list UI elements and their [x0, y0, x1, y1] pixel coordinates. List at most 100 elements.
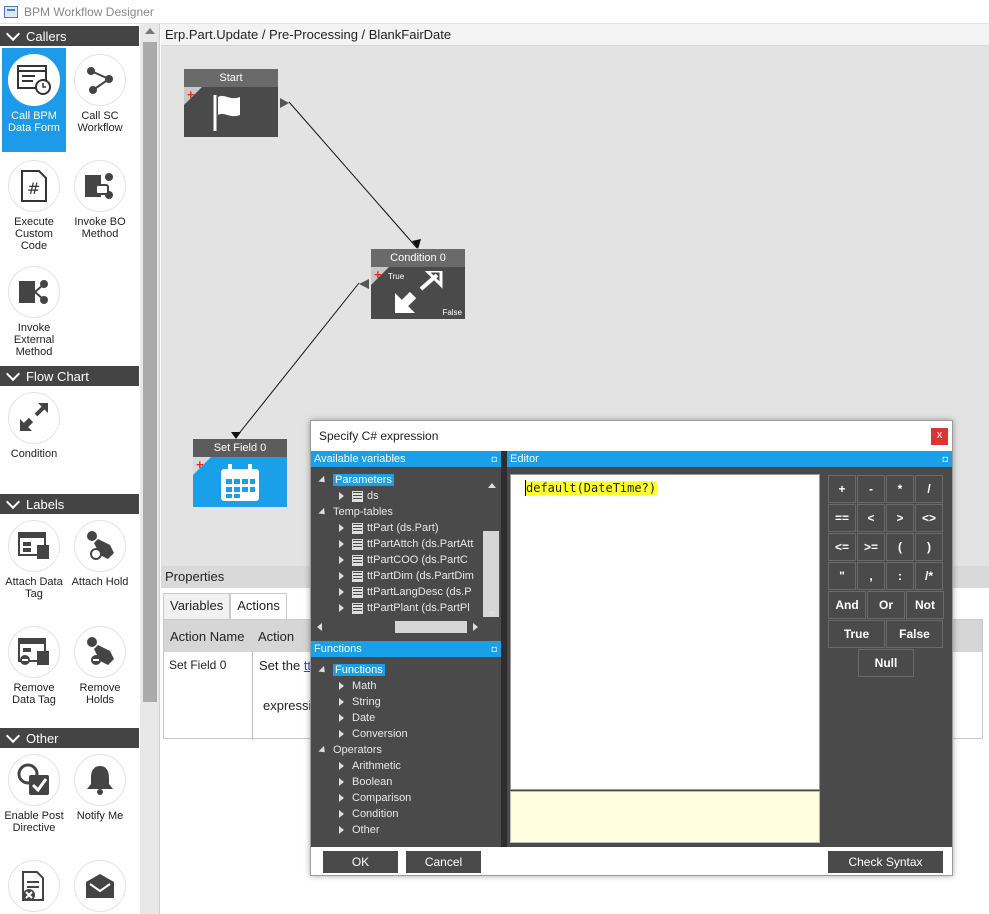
operator-button[interactable]: ": [828, 562, 856, 590]
section-other[interactable]: Other: [0, 728, 139, 748]
tab-variables[interactable]: Variables: [163, 593, 231, 619]
tree-node-ttpartlangdesc[interactable]: ttPartLangDesc (ds.P: [339, 584, 472, 600]
node-condition[interactable]: Condition 0 + True False: [371, 249, 465, 319]
tree-node-ttpartcoo[interactable]: ttPartCOO (ds.PartC: [339, 552, 468, 568]
tree-node-functions[interactable]: Functions: [318, 662, 385, 678]
tree-node-boolean[interactable]: Boolean: [339, 774, 392, 790]
tool-invoke-external-method[interactable]: Invoke External Method: [2, 260, 66, 364]
tree-node-conversion[interactable]: Conversion: [339, 726, 408, 742]
tool-label: Invoke External Method: [13, 322, 55, 358]
ok-button[interactable]: OK: [323, 851, 398, 873]
operator-button[interactable]: :: [886, 562, 914, 590]
operator-button-not[interactable]: Not: [906, 591, 944, 619]
tree-node-comparison[interactable]: Comparison: [339, 790, 411, 806]
operator-button-true[interactable]: True: [828, 620, 885, 648]
operator-button[interactable]: ==: [828, 504, 856, 532]
tree-node-other[interactable]: Other: [339, 822, 380, 838]
tool-label: Attach Hold: [71, 576, 129, 588]
node-start[interactable]: Start +: [184, 69, 278, 137]
cancel-button[interactable]: Cancel: [406, 851, 481, 873]
post-directive-icon: [8, 754, 60, 806]
tree-node-ttpartdim[interactable]: ttPartDim (ds.PartDim: [339, 568, 474, 584]
variables-hscroll-thumb[interactable]: [395, 621, 467, 633]
tool-call-bpm-data-form[interactable]: Call BPM Data Form: [2, 48, 66, 152]
variables-vscroll-thumb[interactable]: [483, 531, 499, 617]
tool-label: Attach Data Tag: [5, 576, 63, 600]
table-icon: [352, 586, 363, 598]
tree-node-condition[interactable]: Condition: [339, 806, 398, 822]
collapsed-icon: [339, 698, 344, 707]
tool-cancel-document[interactable]: [2, 854, 66, 914]
add-icon[interactable]: +: [187, 88, 195, 101]
section-flow-chart[interactable]: Flow Chart: [0, 366, 139, 386]
tool-remove-holds[interactable]: Remove Holds: [68, 620, 132, 720]
tool-execute-custom-code[interactable]: # Execute Custom Code: [2, 154, 66, 258]
action-name-cell[interactable]: Set Field 0: [169, 658, 226, 672]
operator-button[interactable]: /*: [915, 562, 943, 590]
column-action[interactable]: Action: [258, 629, 294, 644]
expression-editor[interactable]: default(DateTime?): [510, 474, 820, 790]
operator-button[interactable]: *: [886, 475, 914, 503]
tool-attach-hold[interactable]: Attach Hold: [68, 514, 132, 614]
pin-icon[interactable]: ◘: [492, 641, 497, 657]
add-icon[interactable]: +: [196, 458, 204, 471]
scroll-right-icon[interactable]: [473, 623, 478, 631]
tool-condition[interactable]: Condition: [2, 386, 66, 466]
flag-icon: [213, 95, 240, 131]
tree-node-operators[interactable]: Operators: [318, 742, 382, 758]
tree-node-ttpartplant[interactable]: ttPartPlant (ds.PartPl: [339, 600, 470, 616]
node-set-field[interactable]: Set Field 0 +: [193, 439, 287, 507]
scroll-left-icon[interactable]: [317, 623, 322, 631]
operator-button[interactable]: /: [915, 475, 943, 503]
tree-node-math[interactable]: Math: [339, 678, 376, 694]
tree-node-string[interactable]: String: [339, 694, 381, 710]
tool-call-sc-workflow[interactable]: Call SC Workflow: [68, 48, 132, 152]
tree-node-arithmetic[interactable]: Arithmetic: [339, 758, 401, 774]
tab-actions[interactable]: Actions: [230, 593, 287, 620]
operator-button[interactable]: (: [886, 533, 914, 561]
operator-button[interactable]: +: [828, 475, 856, 503]
breadcrumb: Erp.Part.Update / Pre-Processing / Blank…: [161, 24, 989, 46]
action-cell[interactable]: Set the tt: [259, 658, 311, 673]
tool-remove-data-tag[interactable]: Remove Data Tag: [2, 620, 66, 720]
operator-button[interactable]: <: [857, 504, 885, 532]
scroll-down-icon[interactable]: [488, 611, 496, 616]
pin-icon[interactable]: ◘: [492, 451, 497, 467]
column-action-name[interactable]: Action Name: [170, 629, 258, 644]
tool-attach-data-tag[interactable]: Attach Data Tag: [2, 514, 66, 614]
tool-send-email[interactable]: [68, 854, 132, 914]
tree-node-date[interactable]: Date: [339, 710, 375, 726]
dialog-title: Specify C# expression: [319, 429, 439, 443]
operator-button[interactable]: <=: [828, 533, 856, 561]
tree-node-ds[interactable]: ds: [339, 488, 379, 504]
operator-button[interactable]: >=: [857, 533, 885, 561]
variables-pane-header: Available variables ◘: [311, 451, 501, 467]
operator-button-or[interactable]: Or: [867, 591, 905, 619]
add-icon[interactable]: +: [374, 268, 382, 281]
operator-button[interactable]: -: [857, 475, 885, 503]
operator-button[interactable]: >: [886, 504, 914, 532]
pane-splitter[interactable]: [501, 451, 507, 847]
section-callers[interactable]: Callers: [0, 26, 139, 46]
tool-notify-me[interactable]: Notify Me: [68, 748, 132, 852]
tree-node-ttpart[interactable]: ttPart (ds.Part): [339, 520, 439, 536]
tool-invoke-bo-method[interactable]: Invoke BO Method: [68, 154, 132, 258]
operator-button[interactable]: ,: [857, 562, 885, 590]
scroll-up-icon[interactable]: [145, 28, 155, 34]
operator-button[interactable]: <>: [915, 504, 943, 532]
scroll-up-icon[interactable]: [488, 483, 496, 488]
section-labels[interactable]: Labels: [0, 494, 139, 514]
toolbox-scroll-thumb[interactable]: [143, 42, 157, 702]
close-button[interactable]: x: [931, 428, 948, 445]
operator-button-and[interactable]: And: [828, 591, 866, 619]
operator-button-false[interactable]: False: [886, 620, 943, 648]
pin-icon[interactable]: ◘: [943, 451, 948, 467]
tree-node-parameters[interactable]: Parameters: [318, 472, 394, 488]
tool-enable-post-directive[interactable]: Enable Post Directive: [2, 748, 66, 852]
check-syntax-button[interactable]: Check Syntax: [828, 851, 943, 873]
tree-node-temp-tables[interactable]: Temp-tables: [318, 504, 393, 520]
tree-node-ttpartattch[interactable]: ttPartAttch (ds.PartAtt: [339, 536, 473, 552]
operator-button-null[interactable]: Null: [858, 649, 914, 677]
collapsed-icon: [339, 794, 344, 803]
operator-button[interactable]: ): [915, 533, 943, 561]
